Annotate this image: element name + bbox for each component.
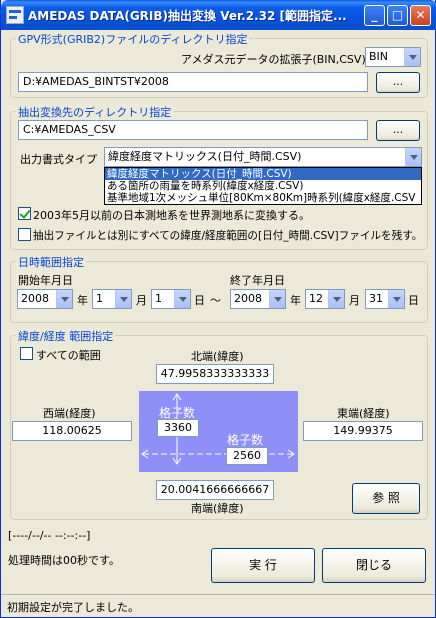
timestamp-display: [----/--/-- --:--:--] [8,529,91,542]
chevron-down-icon[interactable] [269,290,285,308]
end-month-value: 12 [309,292,323,305]
maximize-button[interactable]: □ [387,5,408,26]
end-day-unit: 日 [408,294,419,307]
gpv-legend: GPV形式(GRIB2)ファイルのディレクトリ指定 [16,31,250,47]
format-option[interactable]: 基準地域1次メッシュ単位[80Km×80Km]時系列(緯度x経度.CSV [105,192,421,204]
keep-files-label: 抽出ファイルとは別にすべての緯度/経度範囲の[日付_時間.CSV]ファイルを残す… [33,230,423,242]
start-month-select[interactable]: 1 [92,289,132,309]
close-window-button[interactable]: ✕ [410,5,431,26]
convert-datum-checkbox[interactable] [18,207,31,220]
area-legend: 緯度/経度 範囲指定 [16,328,116,344]
minimize-button[interactable]: _ [364,5,385,26]
start-month-unit: 月 [136,294,147,307]
start-day-select[interactable]: 1 [151,289,191,309]
date-range-legend: 日時範囲指定 [16,254,86,270]
south-label: 南端(緯度) [191,502,244,515]
end-day-value: 31 [369,292,383,305]
end-year-value: 2008 [234,292,262,305]
extension-select[interactable]: BIN [365,47,421,67]
chevron-down-icon[interactable] [404,48,420,66]
start-day-unit: 日 [194,294,205,307]
chevron-down-icon[interactable] [405,148,421,166]
east-label: 東端(経度) [337,407,390,420]
range-tilde: 〜 [210,294,221,307]
close-button[interactable]: 閉じる [322,548,426,583]
status-bar: 初期設定が完了しました。 [1,594,435,617]
reference-button[interactable]: 参 照 [352,483,420,514]
format-label: 出力書式タイプ [20,153,97,166]
extension-label: アメダス元データの拡張子(BIN,CSV) [181,53,366,66]
convert-datum-label: 2003年5月以前の日本測地系を世界測地系に変換する。 [33,209,310,222]
status-text: 初期設定が完了しました。 [7,601,139,614]
gpv-dir-input[interactable]: D:¥AMEDAS_BINTST¥2008 [18,72,368,92]
window-title: AMEDAS DATA(GRIB)抽出変換 Ver.2.32 [範囲指定... [28,9,347,23]
start-day-value: 1 [155,292,162,305]
east-input[interactable]: 149.99375 [303,421,423,441]
west-input[interactable]: 118.00625 [12,421,132,441]
all-range-checkbox[interactable] [20,347,33,360]
west-label: 西端(経度) [43,407,96,420]
chevron-down-icon[interactable] [115,290,131,308]
grid-count-input-1[interactable]: 3360 [157,419,199,437]
process-time-label: 処理時間は00秒です。 [8,554,120,567]
format-option[interactable]: ある箇所の雨量を時系列(緯度x経度.CSV) [105,180,421,192]
chevron-down-icon[interactable] [174,290,190,308]
output-dir-input[interactable]: C:¥AMEDAS_CSV [18,120,368,140]
start-year-select[interactable]: 2008 [17,289,73,309]
start-year-unit: 年 [77,294,88,307]
end-year-select[interactable]: 2008 [230,289,286,309]
end-day-select[interactable]: 31 [365,289,405,309]
start-date-label: 開始年月日 [18,274,73,287]
end-month-unit: 月 [349,294,360,307]
end-date-label: 終了年月日 [230,274,285,287]
grid-count-input-2[interactable]: 2560 [226,447,268,465]
start-month-value: 1 [96,292,103,305]
app-icon [6,6,24,24]
gpv-browse-button[interactable]: ... [376,72,420,93]
run-button[interactable]: 実 行 [211,548,315,583]
keep-files-checkbox[interactable] [18,228,31,241]
start-year-value: 2008 [21,292,49,305]
chevron-down-icon[interactable] [328,290,344,308]
extension-value: BIN [369,50,389,63]
format-option[interactable]: 緯度経度マトリックス(日付_時間.CSV) [105,168,421,180]
format-value: 緯度経度マトリックス(日付_時間.CSV) [108,150,302,163]
title-bar[interactable]: AMEDAS DATA(GRIB)抽出変換 Ver.2.32 [範囲指定... … [1,0,436,30]
north-input[interactable]: 47.9958333333333 [156,364,274,384]
end-month-select[interactable]: 12 [305,289,345,309]
north-label: 北端(緯度) [191,350,244,363]
grid-count-label-2: 格子数 [227,433,264,447]
end-year-unit: 年 [290,294,301,307]
output-browse-button[interactable]: ... [376,120,420,141]
chevron-down-icon[interactable] [388,290,404,308]
chevron-down-icon[interactable] [56,290,72,308]
output-legend: 抽出変換先のディレクトリ指定 [16,104,174,120]
south-input[interactable]: 20.0041666666667 [156,480,274,500]
all-range-label: すべての範囲 [36,349,101,362]
format-select[interactable]: 緯度経度マトリックス(日付_時間.CSV) [104,147,422,167]
format-dropdown-list: 緯度経度マトリックス(日付_時間.CSV) ある箇所の雨量を時系列(緯度x経度.… [104,167,422,205]
main-window: AMEDAS DATA(GRIB)抽出変換 Ver.2.32 [範囲指定... … [0,0,436,618]
